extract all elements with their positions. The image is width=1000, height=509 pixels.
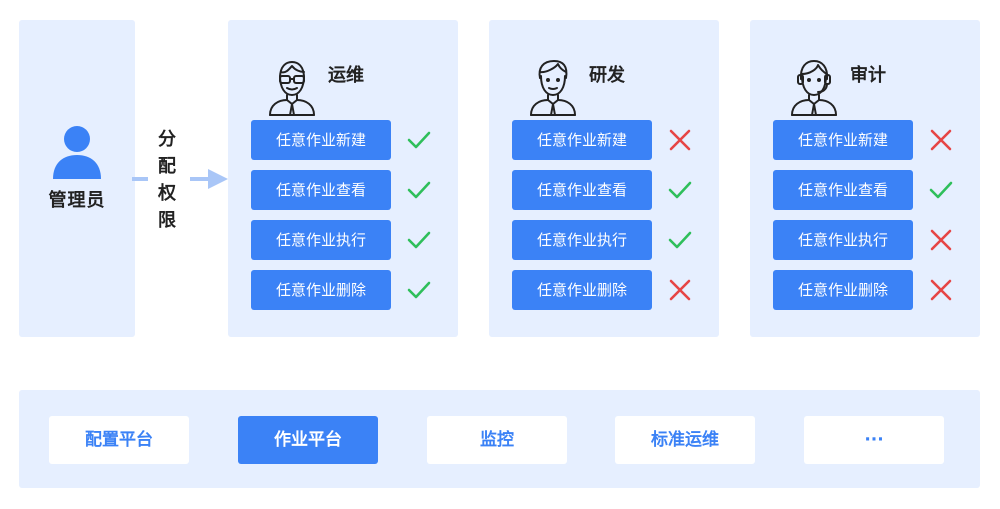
permission-execute-button[interactable]: 任意作业执行 xyxy=(773,220,913,260)
platform-more-button[interactable]: ··· xyxy=(804,416,944,464)
check-icon xyxy=(668,181,692,199)
permission-row: 任意作业执行 xyxy=(512,220,702,260)
role-name: 审计 xyxy=(850,65,886,86)
permission-row: 任意作业查看 xyxy=(512,170,702,210)
platform-monitor-button[interactable]: 监控 xyxy=(427,416,567,464)
platform-job-button[interactable]: 作业平台 xyxy=(238,416,378,464)
permission-row: 任意作业执行 xyxy=(251,220,441,260)
check-icon xyxy=(407,181,431,199)
cross-icon xyxy=(930,229,952,251)
role-header: 审计 xyxy=(750,58,980,122)
permission-row: 任意作业删除 xyxy=(773,270,963,310)
ops-engineer-avatar-icon xyxy=(269,61,315,116)
cross-icon xyxy=(669,129,691,151)
permission-row: 任意作业删除 xyxy=(251,270,441,310)
check-icon xyxy=(407,281,431,299)
permission-delete-button[interactable]: 任意作业删除 xyxy=(773,270,913,310)
permission-execute-button[interactable]: 任意作业执行 xyxy=(512,220,652,260)
permission-execute-button[interactable]: 任意作业执行 xyxy=(251,220,391,260)
role-panel-dev: 研发 任意作业新建 任意作业查看 任意作业执行 任意作业删除 xyxy=(489,20,719,337)
permission-delete-button[interactable]: 任意作业删除 xyxy=(251,270,391,310)
permission-row: 任意作业新建 xyxy=(251,120,441,160)
platform-standard-ops-button[interactable]: 标准运维 xyxy=(615,416,755,464)
check-icon xyxy=(407,131,431,149)
role-name: 研发 xyxy=(589,65,625,86)
permission-create-button[interactable]: 任意作业新建 xyxy=(512,120,652,160)
permission-row: 任意作业新建 xyxy=(773,120,963,160)
permission-row: 任意作业查看 xyxy=(251,170,441,210)
user-icon xyxy=(53,126,101,179)
permission-row: 任意作业新建 xyxy=(512,120,702,160)
assign-char: 限 xyxy=(158,210,176,231)
assign-permission-label: 分 配 权 限 xyxy=(150,126,184,234)
role-header: 运维 xyxy=(228,58,458,122)
admin-label: 管理员 xyxy=(48,190,106,211)
admin-panel: 管理员 xyxy=(19,20,135,337)
cross-icon xyxy=(930,279,952,301)
cross-icon xyxy=(669,279,691,301)
developer-avatar-icon xyxy=(530,60,576,116)
permission-row: 任意作业删除 xyxy=(512,270,702,310)
assign-char: 权 xyxy=(158,183,176,204)
assign-char: 配 xyxy=(158,156,176,177)
auditor-avatar-icon xyxy=(791,60,837,116)
role-name: 运维 xyxy=(328,65,364,86)
role-panel-ops: 运维 任意作业新建 任意作业查看 任意作业执行 任意作业删除 xyxy=(228,20,458,337)
permission-row: 任意作业查看 xyxy=(773,170,963,210)
assign-char: 分 xyxy=(158,129,176,150)
cross-icon xyxy=(930,129,952,151)
permission-create-button[interactable]: 任意作业新建 xyxy=(773,120,913,160)
permission-view-button[interactable]: 任意作业查看 xyxy=(512,170,652,210)
permission-view-button[interactable]: 任意作业查看 xyxy=(251,170,391,210)
check-icon xyxy=(929,181,953,199)
permission-view-button[interactable]: 任意作业查看 xyxy=(773,170,913,210)
check-icon xyxy=(407,231,431,249)
role-panel-audit: 审计 任意作业新建 任意作业查看 任意作业执行 任意作业删除 xyxy=(750,20,980,337)
permission-delete-button[interactable]: 任意作业删除 xyxy=(512,270,652,310)
permission-create-button[interactable]: 任意作业新建 xyxy=(251,120,391,160)
permission-row: 任意作业执行 xyxy=(773,220,963,260)
check-icon xyxy=(668,231,692,249)
platform-bar: 配置平台 作业平台 监控 标准运维 ··· xyxy=(19,390,980,488)
role-header: 研发 xyxy=(489,58,719,122)
platform-config-button[interactable]: 配置平台 xyxy=(49,416,189,464)
